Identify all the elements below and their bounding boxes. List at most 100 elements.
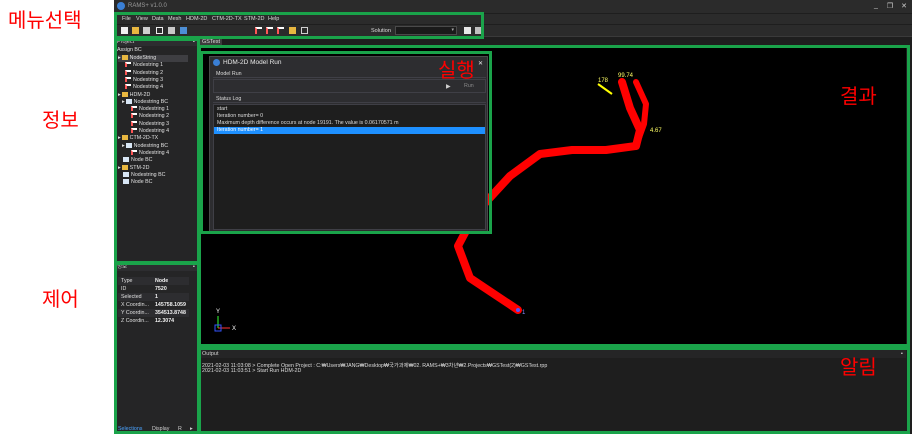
tree-item[interactable]: Node BC [122, 157, 153, 164]
box-icon [125, 98, 132, 104]
status-log-section: Status Log [213, 95, 486, 103]
nodestring-edit-icon[interactable] [277, 27, 284, 34]
log-line[interactable]: start [214, 106, 485, 113]
property-key: Selected [121, 294, 142, 300]
property-value: 145758.1059 [154, 302, 186, 308]
run-button[interactable]: Run [464, 83, 474, 89]
expand-arrow-icon[interactable]: ▸ [118, 55, 121, 61]
tree-item[interactable]: ▸ CTM-2D-TX [118, 135, 158, 142]
tree-item[interactable]: ▸ NodeString [118, 55, 188, 62]
expand-arrow-icon[interactable]: ▸ [122, 99, 125, 105]
tab-r[interactable]: R [178, 426, 182, 432]
map-viewport[interactable]: 178 99.74 4.67 1 Y X HDM-2D Model Run ✕ … [200, 46, 906, 346]
tree-item[interactable]: ▸ HDM-2D [118, 91, 150, 99]
property-value: 7520 [154, 286, 167, 292]
folder-icon [121, 135, 128, 141]
tree-item[interactable]: Nodestring 4 [124, 84, 163, 91]
pin-icon[interactable]: ▪ [193, 38, 195, 46]
nodestring-tool-icon[interactable] [255, 27, 262, 34]
close-button[interactable]: ✕ [899, 2, 909, 10]
expand-arrow-icon[interactable]: ▸ [118, 92, 121, 98]
tree-item[interactable]: ▸ STM-2D [118, 164, 149, 172]
log-line[interactable]: Maximum depth difference occurs at node … [214, 120, 485, 127]
tab-selections[interactable]: Selections [118, 426, 142, 432]
tree-item-label: Nodestring 4 [139, 149, 170, 156]
report-icon[interactable] [475, 27, 482, 34]
selected-node-marker [516, 308, 520, 312]
tree-item[interactable]: Nodestring 3 [124, 76, 163, 84]
annotation-run: 실행 [438, 58, 475, 82]
label-99-74: 99.74 [618, 73, 634, 79]
menu-view[interactable]: View [136, 16, 148, 22]
tree-item[interactable]: ▸ Nodestring BC [122, 98, 169, 106]
status-log: start Iteration number= 0 Maximum depth di… [213, 104, 486, 230]
tree-item-label: Nodestring 1 [133, 62, 164, 69]
property-row: Selected 1 [118, 293, 189, 301]
menu-stm-2d[interactable]: STM-2D [244, 16, 264, 22]
nodestring-add-icon[interactable] [266, 27, 273, 34]
menu-mesh[interactable]: Mesh [168, 16, 181, 22]
annotation-control: 제어 [42, 287, 79, 311]
nodestring-icon [131, 106, 137, 112]
tab-display[interactable]: Display [152, 426, 169, 432]
nodestring-icon [131, 128, 137, 133]
toolbar: Solution ▾ [114, 25, 912, 37]
menu-file[interactable]: File [122, 16, 131, 22]
property-key: Type [121, 278, 133, 284]
export-icon[interactable] [464, 27, 471, 34]
tree-item[interactable]: Nodestring 4 [130, 128, 169, 135]
chart-icon[interactable] [301, 27, 308, 34]
property-key: ID [121, 286, 127, 292]
pin-icon[interactable]: ▪ [193, 263, 195, 271]
annotation-notify: 알림 [840, 355, 877, 379]
menu-ctm-2d-tx[interactable]: CTM-2D-TX [212, 16, 242, 22]
property-row: X Coordin... 145758.1059 [118, 301, 189, 309]
solution-dropdown[interactable]: ▾ [395, 26, 457, 35]
box-icon [125, 142, 132, 148]
pin-icon[interactable]: ▪ [901, 350, 903, 358]
nodestring-icon [131, 149, 137, 155]
new-file-icon[interactable] [121, 27, 128, 34]
home-icon[interactable] [289, 27, 296, 34]
restore-button[interactable]: ❐ [885, 2, 895, 10]
menu-help[interactable]: Help [268, 16, 279, 22]
box-icon [123, 179, 129, 185]
menu-bar: File View Data Mesh HDM-2D CTM-2D-TX STM… [114, 14, 912, 24]
box-icon [123, 171, 129, 177]
annotation-result: 결과 [840, 84, 877, 108]
nodestring-icon [125, 69, 131, 75]
tree-item[interactable]: Node BC [122, 179, 153, 186]
tree-item[interactable]: Nodestring 2 [130, 113, 169, 120]
tree-item[interactable]: Nodestring 1 [130, 106, 169, 113]
menu-data[interactable]: Data [152, 16, 164, 22]
tab-gstest[interactable]: GSTest [200, 38, 222, 46]
log-line[interactable]: Iteration number= 1 [214, 127, 485, 134]
expand-arrow-icon[interactable]: ▸ [118, 135, 121, 141]
expand-arrow-icon[interactable]: ▸ [122, 143, 125, 149]
open-folder-icon[interactable] [132, 27, 139, 34]
tree-item[interactable]: Nodestring 4 [130, 149, 170, 157]
tree-item-label: Nodestring BC [133, 98, 169, 105]
property-value: 1 [154, 294, 158, 300]
folder-icon [121, 164, 128, 170]
title-bar: RAMS+ v1.0.0 _ ❐ ✕ [114, 0, 912, 13]
tree-item[interactable]: Nodestring 3 [130, 120, 169, 128]
tab-scroll-arrow-icon[interactable]: ▸ [190, 426, 193, 432]
play-icon[interactable]: ▶ [446, 83, 451, 90]
property-value: Node [154, 278, 169, 284]
expand-arrow-icon[interactable]: ▸ [118, 165, 121, 171]
frame-icon[interactable] [156, 27, 163, 34]
minimize-button[interactable]: _ [871, 2, 881, 9]
menu-hdm-2d[interactable]: HDM-2D [186, 16, 207, 22]
output-header: Output ▪ [200, 350, 906, 358]
tree-item-label: Nodestring 4 [139, 128, 170, 134]
log-line[interactable]: Iteration number= 0 [214, 113, 485, 120]
tree-item[interactable]: Nodestring BC [122, 171, 165, 179]
tree-item[interactable]: ▸ Nodestring BC [122, 142, 168, 150]
tree-item[interactable]: Nodestring 2 [124, 69, 163, 77]
layer-icon[interactable] [168, 27, 175, 34]
tree-item[interactable]: Nodestring 1 [124, 62, 163, 69]
grid-icon[interactable] [180, 27, 187, 34]
save-icon[interactable] [143, 27, 150, 34]
dialog-close-button[interactable]: ✕ [478, 59, 483, 70]
